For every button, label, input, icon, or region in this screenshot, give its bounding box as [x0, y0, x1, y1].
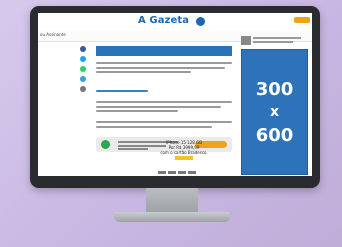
- promo-block[interactable]: iPhone 15 128 GB Por R$ 3999,99 com o ca…: [154, 140, 214, 160]
- article-body: [96, 46, 232, 152]
- more-icon[interactable]: [80, 86, 86, 92]
- promo-condition: com o cartão Bradesco.: [160, 150, 208, 155]
- ad-size-bottom: 600: [255, 124, 294, 146]
- whatsapp-icon[interactable]: [80, 66, 86, 72]
- monitor-stand: [146, 188, 198, 214]
- monitor-base: [114, 212, 230, 222]
- text-line: [96, 121, 232, 123]
- brand-logo-icon[interactable]: [196, 17, 205, 26]
- ad-placeholder-300x600[interactable]: 300 x 600: [241, 49, 308, 175]
- promo-logos: [158, 171, 204, 175]
- monitor-chin: [38, 176, 312, 185]
- sidebar-headline[interactable]: [241, 36, 306, 48]
- sidebar-line: [253, 37, 301, 39]
- text-line: [96, 105, 222, 108]
- text-line: [96, 101, 232, 103]
- text-line: [96, 62, 232, 64]
- twitter-icon[interactable]: [80, 56, 86, 62]
- telegram-icon[interactable]: [80, 76, 86, 82]
- text-link[interactable]: [96, 90, 148, 92]
- text-line: [96, 71, 192, 73]
- facebook-icon[interactable]: [80, 46, 86, 52]
- sidebar-line: [253, 41, 293, 43]
- subscribe-button[interactable]: [294, 17, 310, 23]
- sidebar-thumbnail: [241, 36, 251, 45]
- promo-button[interactable]: [175, 156, 193, 160]
- whatsapp-icon: [101, 139, 110, 149]
- browser-screen: A Gazeta ou Assinante iPhone 15 128 GB P…: [38, 13, 312, 176]
- monitor-frame: A Gazeta ou Assinante iPhone 15 128 GB P…: [30, 6, 320, 188]
- text-line: [96, 66, 226, 69]
- text-line: [96, 125, 212, 128]
- nav-label[interactable]: ou Assinante: [40, 32, 66, 37]
- site-header: A Gazeta: [38, 13, 312, 32]
- brand-logo-text[interactable]: A Gazeta: [138, 15, 189, 26]
- text-line: [96, 110, 178, 112]
- ad-size-separator: x: [269, 103, 280, 120]
- ad-size-top: 300: [255, 78, 294, 100]
- article-headline-block: [96, 46, 232, 56]
